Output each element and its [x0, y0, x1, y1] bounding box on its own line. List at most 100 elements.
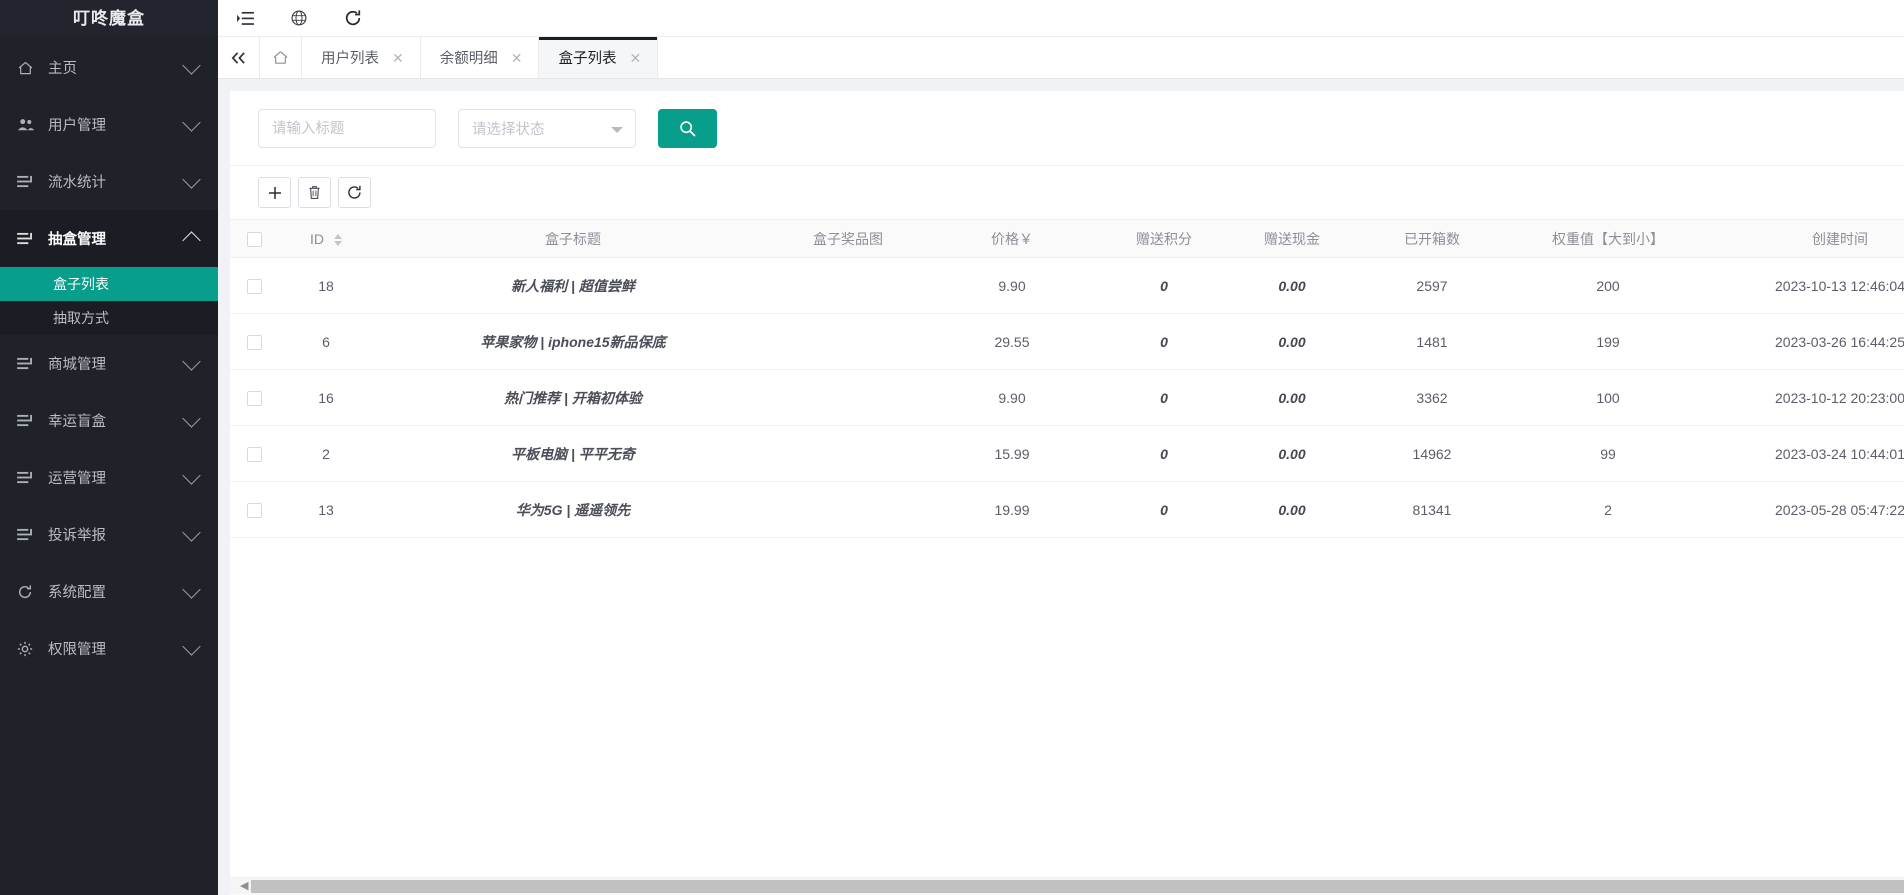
table-row[interactable]: 2 平板电脑 | 平平无奇 15.99 0 0.00 14962 99 2023…: [230, 426, 1904, 482]
refresh-icon: [347, 185, 362, 200]
gear-icon: [17, 641, 37, 657]
row-checkbox[interactable]: [247, 335, 262, 350]
tab-label: 用户列表: [321, 47, 379, 68]
sidebar-item-home[interactable]: 主页: [0, 39, 218, 96]
tab-user-list[interactable]: 用户列表 ✕: [302, 37, 421, 78]
search-button[interactable]: [658, 109, 717, 148]
cell-opened-count: 2597: [1356, 258, 1508, 314]
search-icon: [679, 120, 696, 137]
sidebar-item-lucky-box[interactable]: 幸运盲盒: [0, 392, 218, 449]
list-icon: [17, 413, 37, 429]
column-header-gift-points: 赠送积分: [1100, 220, 1228, 258]
close-icon[interactable]: ✕: [629, 51, 641, 65]
scrollbar-thumb[interactable]: [251, 880, 1904, 893]
batch-delete-button[interactable]: [298, 177, 331, 208]
sidebar-item-box-list[interactable]: 盒子列表: [0, 267, 218, 301]
table-toolbar: [230, 166, 1904, 219]
cell-title: 华为5G | 遥遥领先: [374, 482, 772, 538]
chevron-down-icon: [182, 466, 200, 484]
tabs-scroll-left-button[interactable]: [218, 37, 260, 78]
sidebar-item-label: 抽盒管理: [48, 228, 185, 249]
table-row[interactable]: 18 新人福利 | 超值尝鲜 9.90 0 0.00 2597 200 2023…: [230, 258, 1904, 314]
chevron-down-icon: [182, 637, 200, 655]
chevron-down-icon: [182, 580, 200, 598]
language-button[interactable]: [272, 0, 326, 37]
status-select[interactable]: 请选择状态: [458, 109, 636, 148]
sidebar-item-draw-method[interactable]: 抽取方式: [0, 301, 218, 335]
chevron-up-icon: [182, 231, 200, 249]
horizontal-scrollbar[interactable]: ◀ ▶: [230, 877, 1904, 894]
app-root: 叮咚魔盒 主页 用户管理 流水统计: [0, 0, 1904, 895]
row-select-cell: [230, 314, 278, 370]
box-list-table: ID 盒子标题 盒子奖品图 价格￥ 赠送积分 赠送现金: [230, 219, 1904, 538]
sidebar-submenu-box-management: 盒子列表 抽取方式: [0, 267, 218, 335]
status-select-value: 请选择状态: [472, 118, 545, 139]
indent-menu-icon: [237, 11, 254, 26]
cell-prize-image: [772, 258, 924, 314]
column-header-id[interactable]: ID: [278, 220, 374, 258]
table-row[interactable]: 13 华为5G | 遥遥领先 19.99 0 0.00 81341 2 2023…: [230, 482, 1904, 538]
scroll-left-icon[interactable]: ◀: [240, 881, 248, 892]
sidebar-item-permissions[interactable]: 权限管理: [0, 620, 218, 677]
refresh-button[interactable]: [326, 0, 380, 37]
sidebar-item-box-management[interactable]: 抽盒管理: [0, 210, 218, 267]
add-button[interactable]: [258, 177, 291, 208]
sidebar-item-mall-management[interactable]: 商城管理: [0, 335, 218, 392]
close-icon[interactable]: ✕: [511, 51, 523, 65]
cell-opened-count: 1481: [1356, 314, 1508, 370]
list-icon: [17, 527, 37, 543]
scrollbar-track[interactable]: [251, 880, 1904, 893]
column-header-title: 盒子标题: [374, 220, 772, 258]
table-row[interactable]: 6 苹果家物 | iphone15新品保底 29.55 0 0.00 1481 …: [230, 314, 1904, 370]
chevron-down-icon: [182, 56, 200, 74]
refresh-table-button[interactable]: [338, 177, 371, 208]
cell-opened-count: 81341: [1356, 482, 1508, 538]
cell-prize-image: [772, 482, 924, 538]
table-container[interactable]: ID 盒子标题 盒子奖品图 价格￥ 赠送积分 赠送现金: [230, 219, 1904, 877]
sidebar: 叮咚魔盒 主页 用户管理 流水统计: [0, 0, 218, 895]
chevron-down-icon: [182, 352, 200, 370]
sidebar-item-operations[interactable]: 运营管理: [0, 449, 218, 506]
select-all-header: [230, 220, 278, 258]
tab-list: 用户列表 ✕ 余额明细 ✕ 盒子列表 ✕: [302, 37, 1904, 78]
row-select-cell: [230, 258, 278, 314]
sidebar-item-system-config[interactable]: 系统配置: [0, 563, 218, 620]
chevron-down-icon: [182, 523, 200, 541]
cell-id: 13: [278, 482, 374, 538]
cell-created-time: 2023-10-13 12:46:04: [1708, 258, 1904, 314]
column-header-created-time: 创建时间: [1708, 220, 1904, 258]
globe-icon: [291, 10, 307, 26]
row-checkbox[interactable]: [247, 279, 262, 294]
chevron-down-icon: [182, 113, 200, 131]
cell-weight: 99: [1508, 426, 1708, 482]
sidebar-item-complaints[interactable]: 投诉举报: [0, 506, 218, 563]
tab-home-button[interactable]: [260, 37, 302, 78]
cell-opened-count: 3362: [1356, 370, 1508, 426]
sidebar-item-label: 流水统计: [48, 171, 185, 192]
cell-gift-cash: 0.00: [1228, 258, 1356, 314]
select-all-checkbox[interactable]: [247, 232, 262, 247]
menu-toggle-button[interactable]: [218, 0, 272, 37]
search-title-input[interactable]: [258, 109, 436, 148]
tab-balance-detail[interactable]: 余额明细 ✕: [421, 37, 540, 78]
sidebar-item-user-management[interactable]: 用户管理: [0, 96, 218, 153]
row-checkbox[interactable]: [247, 447, 262, 462]
cell-gift-points: 0: [1100, 426, 1228, 482]
cell-gift-points: 0: [1100, 314, 1228, 370]
sidebar-item-label: 系统配置: [48, 581, 185, 602]
row-checkbox[interactable]: [247, 391, 262, 406]
sidebar-item-flow-stats[interactable]: 流水统计: [0, 153, 218, 210]
row-checkbox[interactable]: [247, 503, 262, 518]
cell-gift-cash: 0.00: [1228, 370, 1356, 426]
sort-icon[interactable]: [334, 234, 342, 246]
content-area: 请选择状态: [218, 79, 1904, 895]
brand-title: 叮咚魔盒: [0, 0, 218, 37]
home-outline-icon: [272, 50, 289, 65]
tab-box-list[interactable]: 盒子列表 ✕: [539, 37, 658, 78]
close-icon[interactable]: ✕: [392, 51, 404, 65]
column-header-price: 价格￥: [924, 220, 1100, 258]
table-row[interactable]: 16 热门推荐 | 开箱初体验 9.90 0 0.00 3362 100 202…: [230, 370, 1904, 426]
cell-title: 平板电脑 | 平平无奇: [374, 426, 772, 482]
refresh-gear-icon: [17, 584, 37, 600]
cell-title: 新人福利 | 超值尝鲜: [374, 258, 772, 314]
